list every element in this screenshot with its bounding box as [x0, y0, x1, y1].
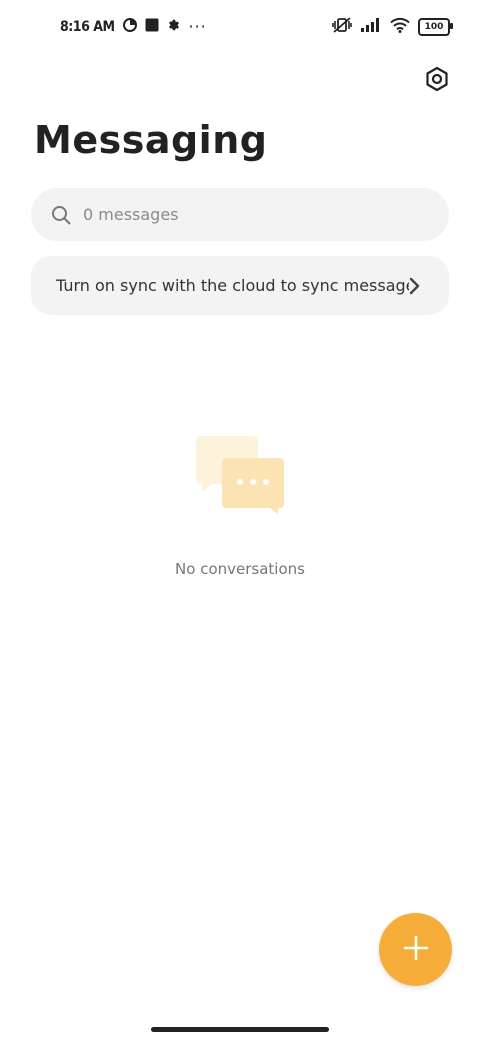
settings-button[interactable]	[420, 64, 454, 98]
add-icon	[403, 935, 429, 965]
page-title: Messaging	[34, 118, 268, 162]
square-notification-icon	[145, 18, 159, 36]
search-icon	[51, 205, 71, 225]
signal-icon	[360, 17, 382, 37]
status-right: 100	[332, 16, 453, 38]
new-conversation-button[interactable]	[379, 913, 452, 986]
home-indicator[interactable]	[151, 1027, 329, 1032]
empty-state-text: No conversations	[175, 560, 305, 578]
status-bar: 8:16 AM ··· 100	[0, 0, 480, 52]
wifi-icon	[390, 17, 410, 37]
status-time: 8:16 AM	[60, 18, 115, 35]
vibrate-off-icon	[332, 16, 352, 38]
battery-level: 100	[424, 22, 444, 32]
cloud-sync-text: Turn on sync with the cloud to sync mess…	[56, 276, 409, 295]
settings-icon	[424, 66, 450, 96]
battery-icon: 100	[418, 18, 453, 36]
chevron-right-icon	[409, 276, 423, 296]
cloud-sync-banner[interactable]: Turn on sync with the cloud to sync mess…	[31, 256, 449, 315]
chat-bubbles-icon	[196, 436, 286, 516]
more-notifications-icon: ···	[188, 17, 207, 36]
search-bar[interactable]: 0 messages	[31, 188, 449, 241]
gear-notification-icon	[167, 18, 181, 36]
status-left: 8:16 AM ···	[60, 17, 207, 36]
search-placeholder: 0 messages	[83, 205, 179, 224]
data-saver-icon	[122, 17, 137, 36]
